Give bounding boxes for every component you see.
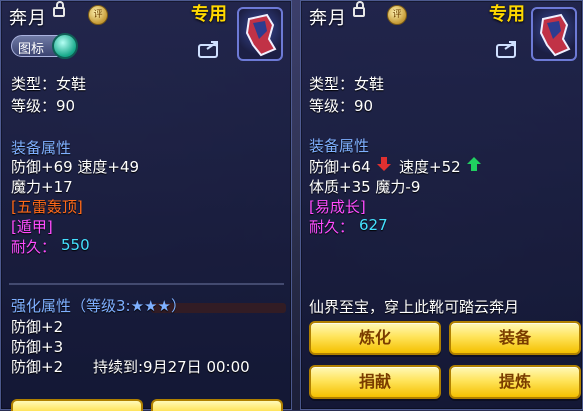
share-icon[interactable] [495,39,519,59]
enhance-duration: 持续到:9月27日 00:00 [93,358,250,376]
enhance-header: 强化属性（等级3:★★★） [11,297,186,315]
durability-label: 耐久： [309,218,355,236]
item-title: 奔月 [9,8,47,29]
enhance-line-3: 防御+2 [11,358,64,376]
skill-2: [遁甲] [11,218,53,236]
durability-value: 550 [61,236,90,254]
enhance-line-2: 防御+3 [11,338,64,356]
rating-badge-icon[interactable]: 评 [88,5,108,25]
durability-value: 627 [359,216,388,234]
skill-1: [五雷轰顶] [11,198,83,216]
equipment-tooltip-right: 奔月 评 专用 类型：女鞋 等级：90 装备属性 防御+64 速度+52 体质+… [300,0,583,410]
attr-line-1: 防御+69 速度+49 [11,158,140,176]
lock-icon[interactable] [353,1,365,17]
exclusive-label: 专用 [191,4,227,25]
boots-avatar-icon [237,7,283,61]
share-icon[interactable] [197,39,221,59]
boots-avatar-icon [531,7,577,61]
attr-speed: 速度+52 [399,158,461,176]
skill-1: [易成长] [309,198,366,216]
type-line: 类型：女鞋 [309,75,385,93]
level-line: 等级：90 [11,97,76,115]
section-divider [9,283,284,285]
arrow-up-icon [467,157,481,171]
rating-badge-icon[interactable]: 评 [387,5,407,25]
icon-toggle[interactable]: 图标 [11,33,78,59]
exclusive-label: 专用 [489,4,525,25]
durability-label: 耐久： [11,238,57,256]
refine-button[interactable]: 炼化 [309,321,441,355]
equipment-tooltip-left: 奔月 评 专用 图标 类型：女鞋 等级：90 装备属性 防御+69 速度+49 … [0,0,292,411]
extract-button[interactable]: 提炼 [449,365,581,399]
equip-button[interactable]: 装备 [449,321,581,355]
attr-defense: 防御+64 [309,158,371,176]
toggle-knob[interactable] [52,33,78,59]
attr-header: 装备属性 [11,139,72,157]
enhance-line-1: 防御+2 [11,318,64,336]
attr-header: 装备属性 [309,137,370,155]
item-title: 奔月 [309,8,347,29]
attr-line-2: 魔力+17 [11,178,73,196]
hidden-button-1[interactable] [11,399,143,411]
type-line: 类型：女鞋 [11,75,87,93]
lock-icon[interactable] [53,1,65,17]
attr-line-2: 体质+35 魔力-9 [309,178,421,196]
donate-button[interactable]: 捐献 [309,365,441,399]
icon-toggle-label: 图标 [18,42,45,57]
item-description: 仙界至宝，穿上此靴可踏云奔月 [309,298,520,316]
level-line: 等级：90 [309,97,374,115]
arrow-down-icon [377,157,391,171]
hidden-button-2[interactable] [151,399,283,411]
